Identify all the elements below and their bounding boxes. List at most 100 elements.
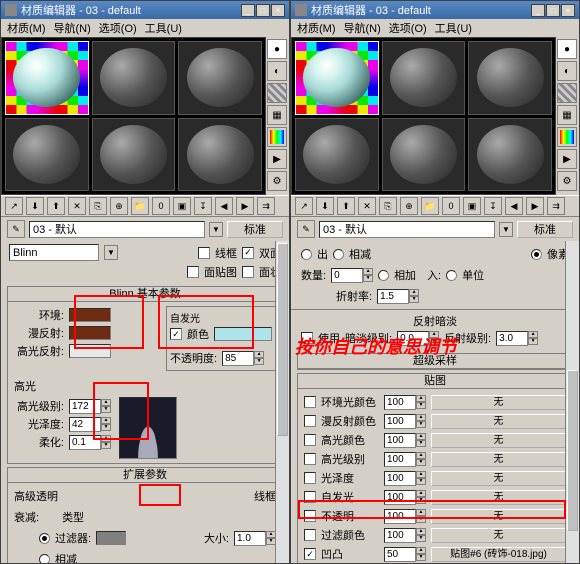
backlight-icon[interactable]: ◐ xyxy=(557,61,577,81)
gloss-input[interactable] xyxy=(69,417,101,432)
map-amount-input[interactable] xyxy=(384,395,416,410)
map-slot-button[interactable]: 无 xyxy=(431,509,566,524)
preview-slot-4[interactable] xyxy=(295,118,379,192)
spin-down-icon[interactable]: ▼ xyxy=(254,358,264,365)
map-amount-input[interactable] xyxy=(384,452,416,467)
material-name-dropdown[interactable]: 03 - 默认 xyxy=(29,221,205,238)
preview-icon[interactable]: ▶ xyxy=(557,149,577,169)
map-slot-button[interactable]: 无 xyxy=(431,395,566,410)
preview-slot-3[interactable] xyxy=(178,41,262,115)
get-material-icon[interactable]: ↗ xyxy=(5,197,23,215)
spin-down-icon[interactable]: ▼ xyxy=(416,535,426,542)
effects-icon[interactable]: 0 xyxy=(152,197,170,215)
video-check-icon[interactable] xyxy=(267,127,287,147)
spin-down-icon[interactable]: ▼ xyxy=(101,424,111,431)
uv-tile-icon[interactable]: ▦ xyxy=(267,105,287,125)
map-checkbox[interactable] xyxy=(304,510,316,522)
selfillum-color-checkbox[interactable]: ✓ xyxy=(170,328,182,340)
minimize-button[interactable]: _ xyxy=(241,4,255,17)
close-button[interactable]: × xyxy=(561,4,575,17)
selfillum-swatch[interactable] xyxy=(214,327,272,341)
copy-icon[interactable]: ⎘ xyxy=(379,197,397,215)
dropdown-arrow-icon[interactable]: ▼ xyxy=(209,222,223,237)
map-checkbox[interactable] xyxy=(304,396,316,408)
options-icon[interactable]: ⚙ xyxy=(267,171,287,191)
spin-down-icon[interactable]: ▼ xyxy=(528,338,538,345)
spin-up-icon[interactable]: ▲ xyxy=(416,528,426,535)
map-amount-input[interactable] xyxy=(384,528,416,543)
spin-up-icon[interactable]: ▲ xyxy=(416,395,426,402)
nav-sibling-icon[interactable]: ▶ xyxy=(526,197,544,215)
get-material-icon[interactable]: ↗ xyxy=(295,197,313,215)
two-sided-checkbox[interactable]: ✓ xyxy=(242,247,254,259)
soften-input[interactable] xyxy=(69,435,101,450)
map-amount-input[interactable] xyxy=(384,490,416,505)
preview-slot-6[interactable] xyxy=(178,118,262,192)
put-to-scene-icon[interactable]: ⬇ xyxy=(26,197,44,215)
scrollbar-thumb[interactable] xyxy=(277,243,288,436)
background-icon[interactable] xyxy=(267,83,287,103)
spin-up-icon[interactable]: ▲ xyxy=(528,331,538,338)
spin-up-icon[interactable]: ▲ xyxy=(363,268,373,275)
facemap-checkbox[interactable] xyxy=(187,266,199,278)
spin-down-icon[interactable]: ▼ xyxy=(101,406,111,413)
map-checkbox[interactable] xyxy=(304,491,316,503)
map-checkbox[interactable] xyxy=(304,415,316,427)
map-checkbox[interactable] xyxy=(304,529,316,541)
close-button[interactable]: × xyxy=(271,4,285,17)
menu-material[interactable]: 材质(M) xyxy=(7,20,46,36)
assign-icon[interactable]: ⬆ xyxy=(337,197,355,215)
preview-slot-2[interactable] xyxy=(382,41,466,115)
video-check-icon[interactable] xyxy=(557,127,577,147)
preview-slot-3[interactable] xyxy=(468,41,552,115)
spin-down-icon[interactable]: ▼ xyxy=(363,275,373,282)
spin-up-icon[interactable]: ▲ xyxy=(101,435,111,442)
preview-slot-6[interactable] xyxy=(468,118,552,192)
spin-down-icon[interactable]: ▼ xyxy=(416,421,426,428)
diffuse-swatch[interactable] xyxy=(69,326,111,340)
rollout-basic-params[interactable]: Blinn 基本参数 xyxy=(8,287,282,302)
spin-down-icon[interactable]: ▼ xyxy=(416,497,426,504)
filter-radio[interactable] xyxy=(39,533,50,544)
map-slot-button[interactable]: 无 xyxy=(431,452,566,467)
map-checkbox[interactable] xyxy=(304,453,316,465)
menu-navigation[interactable]: 导航(N) xyxy=(54,20,91,36)
menu-tools[interactable]: 工具(U) xyxy=(145,20,182,36)
qty-input[interactable] xyxy=(331,268,363,283)
map-checkbox[interactable] xyxy=(304,472,316,484)
size-input[interactable] xyxy=(234,531,266,546)
spin-up-icon[interactable]: ▲ xyxy=(416,452,426,459)
map-slot-button[interactable]: 贴图#6 (砖饰-018.jpg) xyxy=(431,547,566,562)
map-slot-button[interactable]: 无 xyxy=(431,528,566,543)
pick-material-icon[interactable]: ✎ xyxy=(297,220,315,238)
map-slot-button[interactable]: 无 xyxy=(431,490,566,505)
pixel-radio[interactable] xyxy=(531,249,542,260)
make-unique-icon[interactable]: ⊕ xyxy=(400,197,418,215)
spin-down-icon[interactable]: ▼ xyxy=(409,296,419,303)
spin-down-icon[interactable]: ▼ xyxy=(101,442,111,449)
map-amount-input[interactable] xyxy=(384,509,416,524)
material-type-button[interactable]: 标准 xyxy=(517,221,573,238)
add-radio[interactable] xyxy=(378,270,389,281)
specular-swatch[interactable] xyxy=(69,344,111,358)
nav-parent-icon[interactable]: ◀ xyxy=(505,197,523,215)
maximize-button[interactable]: □ xyxy=(256,4,270,17)
spin-down-icon[interactable]: ▼ xyxy=(416,478,426,485)
map-amount-input[interactable] xyxy=(384,414,416,429)
rollout-maps[interactable]: 贴图 xyxy=(298,374,572,389)
spin-up-icon[interactable]: ▲ xyxy=(416,414,426,421)
map-amount-input[interactable] xyxy=(384,471,416,486)
preview-slot-5[interactable] xyxy=(92,118,176,192)
nav-sibling-icon[interactable]: ▶ xyxy=(236,197,254,215)
refl-level-input[interactable] xyxy=(496,331,528,346)
spin-up-icon[interactable]: ▲ xyxy=(416,509,426,516)
ambient-swatch[interactable] xyxy=(69,308,111,322)
faceted-checkbox[interactable] xyxy=(242,266,254,278)
preview-slot-2[interactable] xyxy=(92,41,176,115)
show-end-icon[interactable]: ↧ xyxy=(194,197,212,215)
effects-icon[interactable]: 0 xyxy=(442,197,460,215)
maximize-button[interactable]: □ xyxy=(546,4,560,17)
background-icon[interactable] xyxy=(557,83,577,103)
unit-radio[interactable] xyxy=(446,270,457,281)
preview-slot-1[interactable] xyxy=(5,41,89,115)
